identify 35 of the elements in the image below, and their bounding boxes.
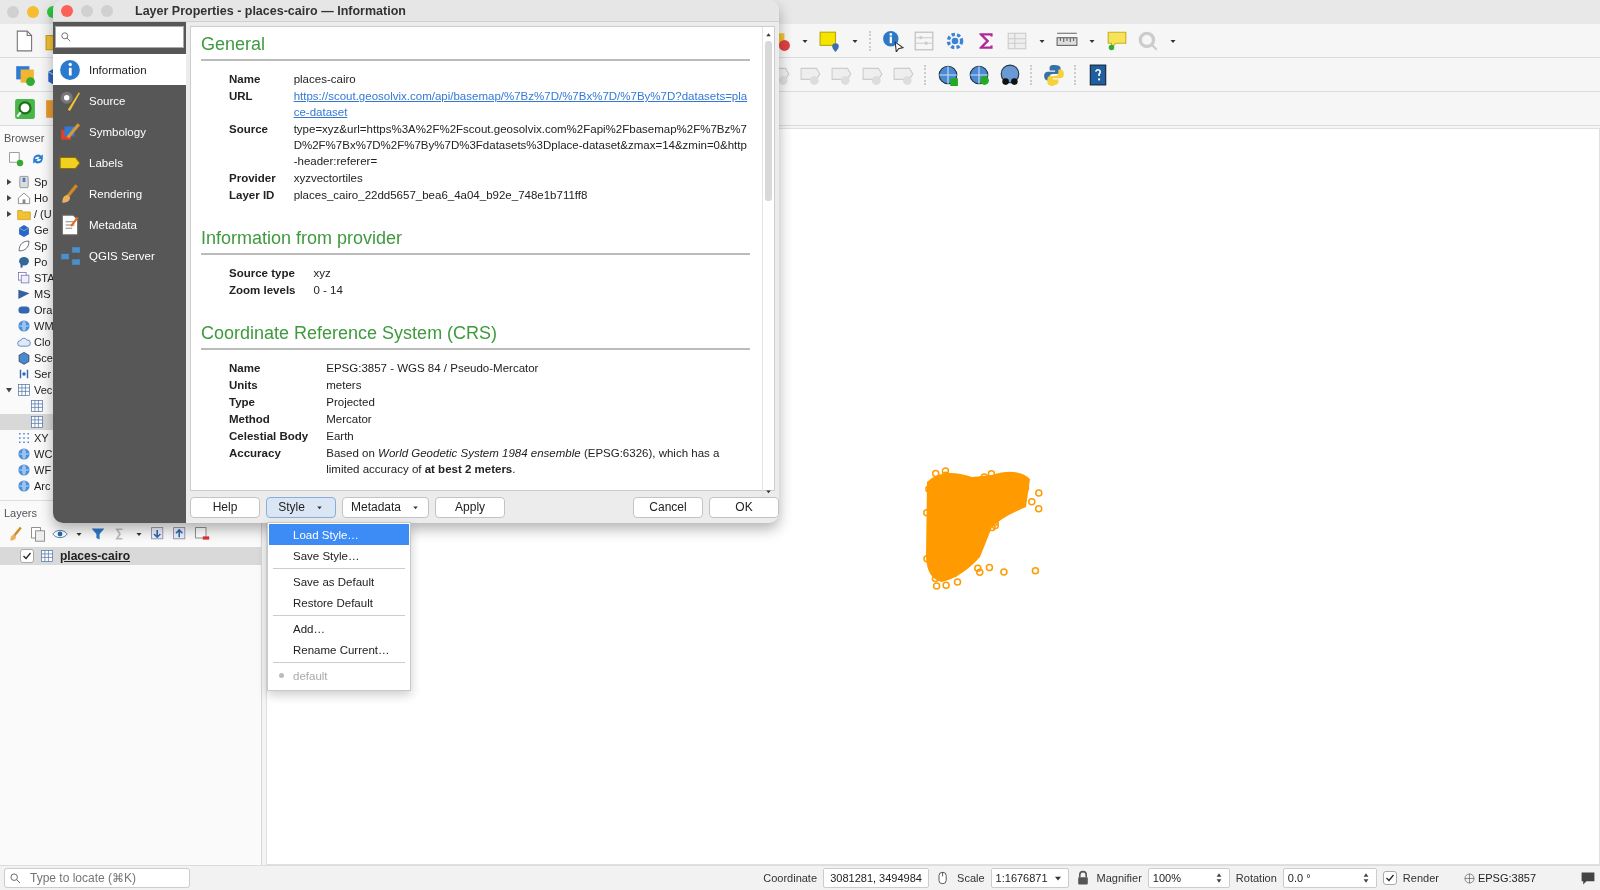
field-value: xyz bbox=[313, 266, 332, 281]
field-label: Units bbox=[229, 378, 259, 393]
section-heading: Information from provider bbox=[201, 225, 750, 255]
rotation-label: Rotation bbox=[1235, 872, 1277, 884]
panel-title: Layers bbox=[3, 506, 39, 521]
field-label: Name bbox=[229, 72, 262, 87]
field-label: Type bbox=[229, 395, 256, 410]
field-label: Source bbox=[229, 122, 269, 137]
field-value: Projected bbox=[326, 395, 376, 410]
field-value: 0 - 14 bbox=[313, 283, 344, 298]
field-value: EPSG:3857 - WGS 84 / Pseudo-Mercator bbox=[326, 361, 540, 376]
section-heading: General bbox=[201, 31, 750, 61]
field-label: Layer ID bbox=[229, 188, 276, 203]
field-label: Source type bbox=[229, 266, 296, 281]
field-value: xyzvectortiles bbox=[293, 171, 364, 186]
coordinate-label: Coordinate bbox=[763, 872, 818, 884]
section-heading: Coordinate Reference System (CRS) bbox=[201, 320, 750, 350]
field-label: Accuracy bbox=[229, 446, 282, 461]
scale-label: Scale bbox=[957, 872, 985, 884]
field-value: Based on World Geodetic System 1984 ensemble (EPSG:6326), which has a limited accuracy of at best 2 meters. bbox=[326, 446, 721, 477]
field-label: Name bbox=[229, 361, 262, 376]
field-value: Earth bbox=[326, 429, 355, 444]
field-value: places_cairo_22dd5657_bea6_4a04_b92e_748e1b711ff8 bbox=[293, 188, 589, 203]
panel-title: Browser bbox=[3, 131, 46, 146]
field-label: Method bbox=[229, 412, 271, 427]
field-value: Mercator bbox=[326, 412, 373, 427]
field-label: URL bbox=[229, 89, 254, 104]
field-value: meters bbox=[326, 378, 363, 393]
field-value: places-cairo bbox=[293, 72, 357, 87]
window-title: Layer Properties - places-cairo — Information bbox=[135, 3, 406, 18]
render-label: Render bbox=[1402, 872, 1439, 884]
field-label: Celestial Body bbox=[229, 429, 309, 444]
magnifier-label: Magnifier bbox=[1096, 872, 1142, 884]
field-label: Zoom levels bbox=[229, 283, 296, 298]
field-label: Provider bbox=[229, 171, 276, 186]
